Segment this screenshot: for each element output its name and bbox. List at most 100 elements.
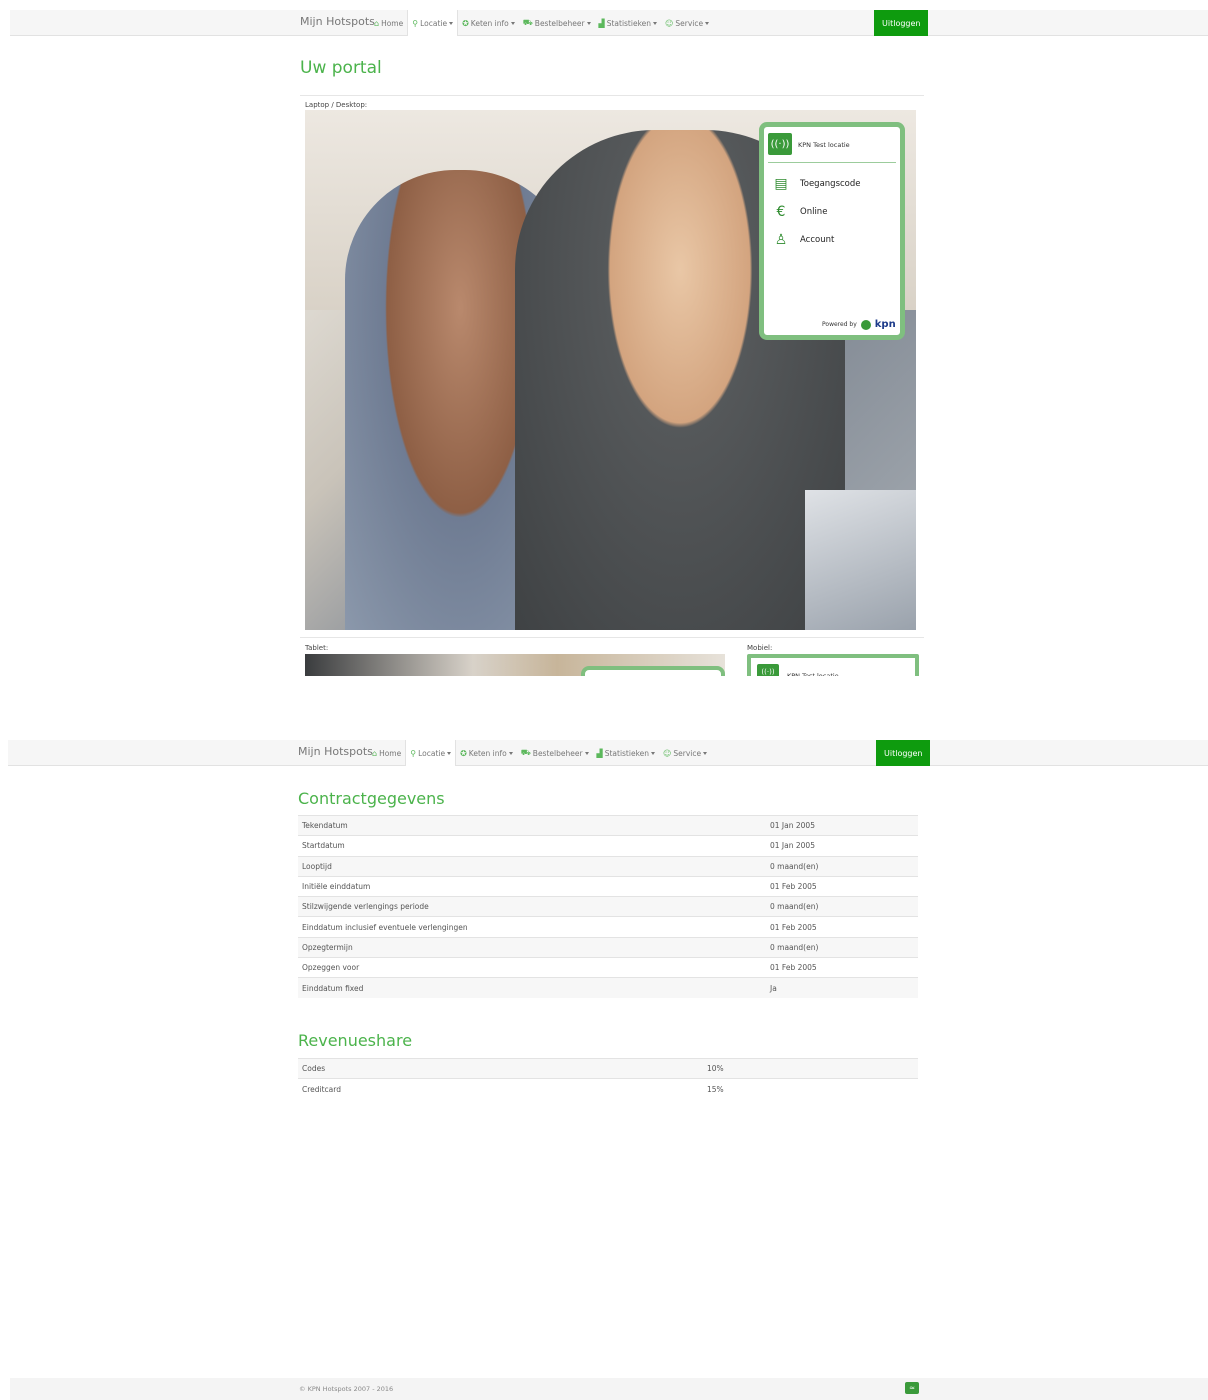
revenue-title: Revenueshare [298, 1031, 413, 1050]
caret-down-icon [705, 21, 710, 25]
row-value: 01 Feb 2005 [766, 957, 918, 978]
top-navbar: Mijn Hotspots ⌂ Home ⚲ Locatie ✪ Keten i… [10, 10, 1208, 36]
table-row: Opzeggen voor 01 Feb 2005 [298, 957, 918, 978]
divider [300, 95, 924, 96]
logout-button[interactable]: Uitloggen [876, 740, 931, 766]
nav-item-bestelbeheer[interactable]: ⛟ Bestelbeheer [519, 10, 595, 36]
online-payment-icon: € [776, 204, 786, 220]
table-row: Creditcard 15% [298, 1078, 918, 1100]
cart-icon: ⛟ [520, 748, 531, 757]
card-divider [768, 162, 896, 163]
nav-item-service[interactable]: ☺ Service [661, 10, 713, 36]
caret-down-icon [449, 21, 454, 25]
table-row: Stilzwijgende verlengings periode 0 maand… [298, 896, 918, 917]
portal-login-card: ((·)) KPN Test locatie ▤ Toegangscode € … [759, 122, 905, 340]
nav-item-locatie[interactable]: ⚲ Locatie [405, 740, 457, 766]
contract-table: Tekendatum 01 Jan 2005 Startdatum 01 Jan 20… [298, 814, 918, 999]
nav-item-label: Statistieken [606, 18, 652, 28]
nav-item-home[interactable]: ⌂ Home [370, 10, 407, 36]
nav-item-home[interactable]: ⌂ Home [368, 740, 405, 766]
row-label: Einddatum fixed [298, 977, 766, 999]
row-value: 01 Jan 2005 [766, 814, 918, 836]
table-row: Tekendatum 01 Jan 2005 [298, 814, 918, 836]
nav-item-label: Keten info [470, 18, 509, 28]
desktop-portal-preview: ((·)) KPN Test locatie ▤ Toegangscode € … [305, 110, 916, 630]
nav-item-label: Service [673, 748, 702, 758]
row-label: Startdatum [298, 835, 766, 857]
caret-down-icon [508, 751, 513, 755]
wifi-logo-icon: ((·)) [757, 664, 779, 676]
tablet-device [805, 490, 916, 630]
wifi-logo-icon: ≈ [905, 1382, 919, 1394]
row-label: Looptijd [298, 855, 766, 877]
option-online[interactable]: Online [800, 207, 827, 217]
option-account[interactable]: Account [800, 235, 834, 245]
location-name: KPN Test locatie [798, 141, 850, 149]
row-label: Opzeggen voor [298, 957, 766, 978]
caret-down-icon [586, 21, 591, 25]
row-label: Einddatum inclusief eventuele verlenging… [298, 916, 766, 938]
nav-item-service[interactable]: ☺ Service [659, 740, 711, 766]
table-row: Initiële einddatum 01 Feb 2005 [298, 875, 918, 897]
account-icon: ♙ [774, 232, 788, 248]
row-value: 01 Jan 2005 [766, 835, 918, 857]
access-code-icon: ▤ [774, 176, 788, 192]
row-value: 01 Feb 2005 [766, 916, 918, 938]
brand-link[interactable]: Mijn Hotspots [300, 15, 375, 28]
row-value: 15% [703, 1078, 918, 1100]
row-label: Creditcard [298, 1078, 703, 1100]
nav-item-statistieken[interactable]: ▟ Statistieken [593, 740, 659, 766]
mobile-label: Mobiel: [747, 644, 773, 652]
nav-item-label: Service [675, 18, 704, 28]
tablet-portal-preview [305, 654, 725, 676]
caret-down-icon [703, 751, 708, 755]
brand-link[interactable]: Mijn Hotspots [298, 745, 373, 758]
bar-chart-icon: ▟ [598, 18, 605, 28]
nav-item-label: Bestelbeheer [532, 748, 583, 758]
nav-item-keten-info[interactable]: ✪ Keten info [458, 10, 519, 36]
nav-item-locatie[interactable]: ⚲ Locatie [407, 10, 459, 36]
support-icon: ☺ [663, 748, 672, 758]
page-footer: © KPN Hotspots 2007 - 2016 ≈ [10, 1378, 1208, 1400]
nav-item-label: Locatie [420, 18, 448, 28]
option-toegangscode[interactable]: Toegangscode [800, 179, 861, 189]
caret-down-icon [510, 21, 515, 25]
nav-item-keten-info[interactable]: ✪ Keten info [456, 740, 517, 766]
kpn-logo-icon [860, 319, 871, 330]
powered-by: Powered by kpn [822, 319, 896, 330]
network-icon: ✪ [460, 748, 467, 758]
row-value: 10% [703, 1057, 918, 1079]
tablet-label: Tablet: [305, 644, 329, 652]
nav-item-label: Home [379, 748, 402, 758]
mobile-portal-preview: ((·)) KPN Test locatie [747, 654, 919, 676]
divider [300, 637, 924, 638]
nav-item-statistieken[interactable]: ▟ Statistieken [595, 10, 661, 36]
home-icon: ⌂ [374, 18, 380, 28]
cart-icon: ⛟ [522, 18, 533, 27]
row-label: Tekendatum [298, 814, 766, 836]
row-value: 0 maand(en) [766, 896, 918, 917]
nav-menu: ⌂ Home ⚲ Locatie ✪ Keten info ⛟ Bestelbe… [368, 740, 711, 766]
nav-item-label: Home [381, 18, 404, 28]
revenue-table: Codes 10% Creditcard 15% [298, 1057, 918, 1100]
table-row: Startdatum 01 Jan 2005 [298, 835, 918, 857]
caret-down-icon [651, 751, 656, 755]
support-icon: ☺ [665, 18, 674, 28]
network-icon: ✪ [462, 18, 469, 28]
nav-item-bestelbeheer[interactable]: ⛟ Bestelbeheer [517, 740, 593, 766]
map-pin-icon: ⚲ [410, 748, 417, 758]
row-label: Stilzwijgende verlengings periode [298, 896, 766, 917]
bar-chart-icon: ▟ [596, 748, 603, 758]
table-row: Opzegtermijn 0 maand(en) [298, 936, 918, 958]
row-value: 0 maand(en) [766, 855, 918, 877]
logout-button[interactable]: Uitloggen [874, 10, 929, 36]
table-row: Einddatum fixed Ja [298, 977, 918, 999]
desktop-label: Laptop / Desktop: [305, 101, 368, 109]
nav-item-label: Locatie [418, 748, 446, 758]
table-row: Einddatum inclusief eventuele verlenging… [298, 916, 918, 938]
contract-title: Contractgegevens [298, 789, 445, 808]
row-value: Ja [766, 977, 918, 999]
row-label: Initiële einddatum [298, 875, 766, 897]
caret-down-icon [653, 21, 658, 25]
row-label: Codes [298, 1057, 703, 1079]
